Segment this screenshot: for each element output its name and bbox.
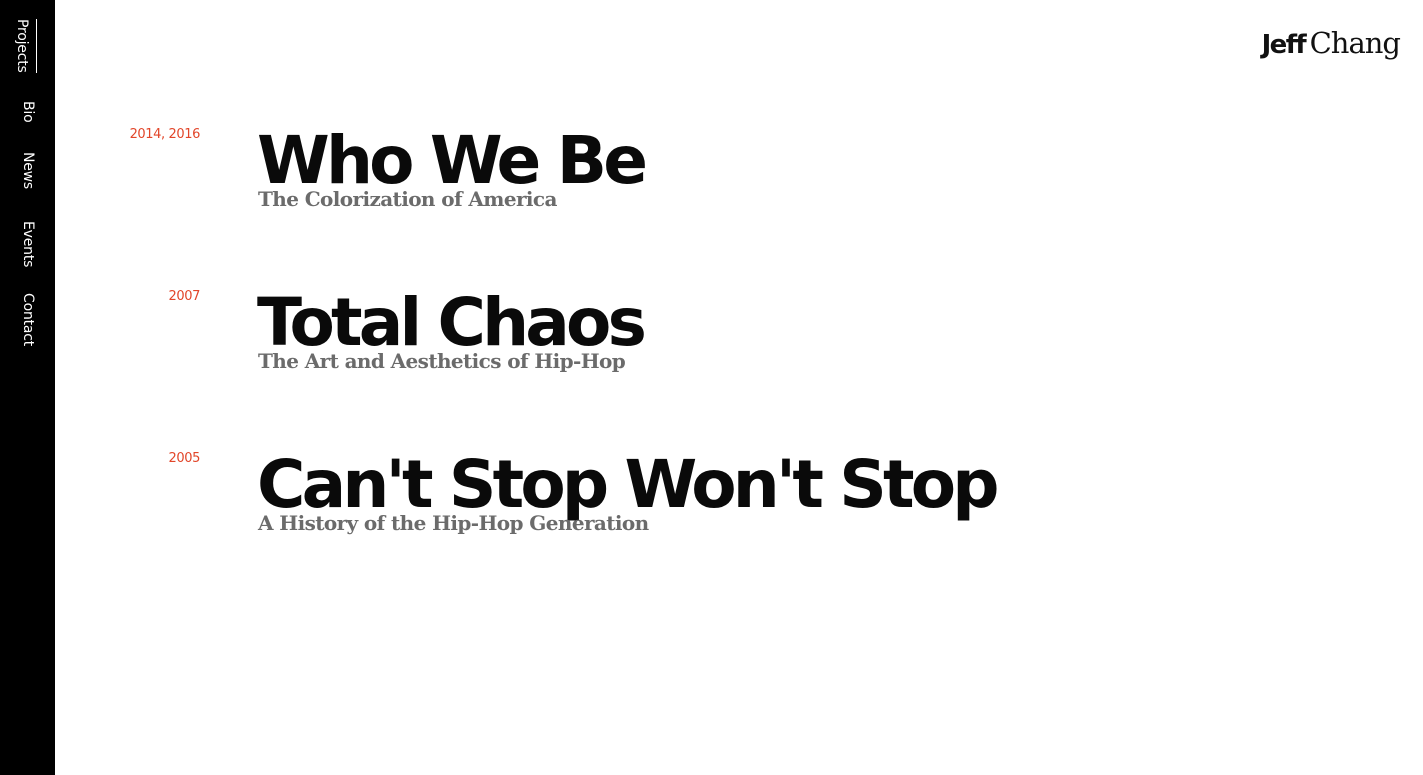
nav-item-projects[interactable]: Projects bbox=[13, 19, 37, 73]
nav-item-contact[interactable]: Contact bbox=[19, 293, 36, 346]
site-logo[interactable]: Jeff Chang bbox=[1261, 26, 1401, 62]
project-year: 2014, 2016 bbox=[129, 127, 201, 142]
nav-item-events[interactable]: Events bbox=[19, 221, 36, 267]
project-year: 2005 bbox=[168, 451, 201, 466]
logo-first-name: Jeff bbox=[1261, 30, 1307, 60]
logo-last-name: Chang bbox=[1309, 26, 1401, 60]
project-year: 2007 bbox=[168, 289, 201, 304]
sidebar-nav: Projects Bio News Events Contact bbox=[0, 0, 55, 775]
nav-item-news[interactable]: News bbox=[19, 152, 36, 189]
nav-item-bio[interactable]: Bio bbox=[19, 101, 36, 122]
project-subtitle: A History of the Hip-Hop Generation bbox=[258, 511, 649, 535]
project-subtitle: The Colorization of America bbox=[258, 187, 557, 211]
project-subtitle: The Art and Aesthetics of Hip-Hop bbox=[258, 349, 626, 373]
